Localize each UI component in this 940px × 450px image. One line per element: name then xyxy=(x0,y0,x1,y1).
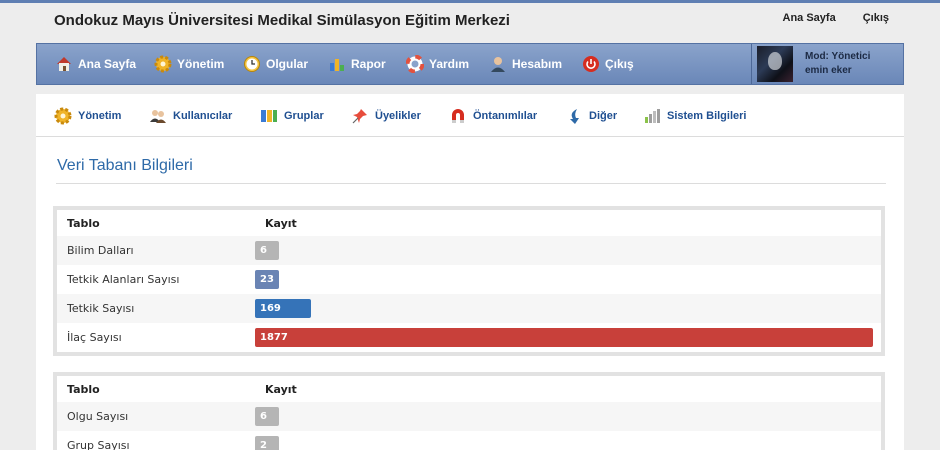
clock-icon xyxy=(243,55,261,73)
nav-item-admin[interactable]: Yönetim xyxy=(154,44,224,84)
subnav-item-other[interactable]: Diğer xyxy=(565,94,617,137)
arrow-down-icon xyxy=(565,107,583,125)
subnav-item-system-info[interactable]: Sistem Bilgileri xyxy=(643,94,746,137)
subnav-item-label: Diğer xyxy=(589,109,618,122)
bar-chart-icon xyxy=(328,55,346,73)
section-title: Veri Tabanı Bilgileri xyxy=(57,157,193,174)
count-bar: 2 xyxy=(255,436,279,450)
table-row: Tetkik Sayısı 169 xyxy=(57,294,881,323)
gear-icon xyxy=(54,107,72,125)
user-info: Mod: Yönetici emin eker xyxy=(805,50,870,78)
count-bar: 1877 xyxy=(255,328,873,347)
site-title: Ondokuz Mayıs Üniversitesi Medikal Simül… xyxy=(54,12,510,29)
row-label: Bilim Dalları xyxy=(57,236,255,265)
table-row: İlaç Sayısı 1877 xyxy=(57,323,881,352)
subnav-item-label: Gruplar xyxy=(284,109,324,122)
column-header-count: Kayıt xyxy=(265,216,297,230)
subnav-item-label: Kullanıcılar xyxy=(173,109,233,122)
top-link-logout[interactable]: Çıkış xyxy=(863,12,889,24)
column-header-table: Tablo xyxy=(67,216,100,230)
nav-item-help[interactable]: Yardım xyxy=(405,44,470,84)
db-table-1: Tablo Kayıt Bilim Dalları 6 Tetkik Alanl… xyxy=(53,206,885,356)
nav-item-label: Hesabım xyxy=(512,57,563,71)
lifebuoy-icon xyxy=(405,54,425,74)
table-row: Bilim Dalları 6 xyxy=(57,236,881,265)
count-bar: 6 xyxy=(255,407,279,426)
avatar xyxy=(757,46,793,82)
subnav-item-label: Öntanımlılar xyxy=(473,109,538,122)
sub-nav: Yönetim Kullanıcılar Gruplar Üyelikler Ö… xyxy=(36,94,904,137)
main-nav: Ana Sayfa Yönetim Olgular Rapor Yardım H… xyxy=(36,43,904,85)
nav-item-label: Olgular xyxy=(266,57,309,71)
groups-icon xyxy=(260,107,278,125)
nav-item-label: Rapor xyxy=(351,57,386,71)
pushpin-icon xyxy=(351,107,369,125)
top-accent-line xyxy=(0,0,940,3)
subnav-item-label: Sistem Bilgileri xyxy=(667,109,747,122)
nav-item-logout[interactable]: Çıkış xyxy=(582,44,634,84)
count-bar: 6 xyxy=(255,241,279,260)
user-icon xyxy=(489,55,507,73)
nav-item-home[interactable]: Ana Sayfa xyxy=(55,44,136,84)
nav-item-label: Yardım xyxy=(429,57,470,71)
table-row: Olgu Sayısı 6 xyxy=(57,402,881,431)
content-panel: Yönetim Kullanıcılar Gruplar Üyelikler Ö… xyxy=(36,94,904,450)
table-header-row: Tablo Kayıt xyxy=(57,376,881,402)
subnav-item-groups[interactable]: Gruplar xyxy=(260,94,324,137)
nav-item-account[interactable]: Hesabım xyxy=(489,44,562,84)
title-divider xyxy=(56,183,886,184)
gear-icon xyxy=(154,55,172,73)
magnet-icon xyxy=(449,107,467,125)
subnav-item-label: Üyelikler xyxy=(375,109,421,122)
user-role: Mod: Yönetici xyxy=(805,51,871,62)
subnav-item-defaults[interactable]: Öntanımlılar xyxy=(449,94,537,137)
home-icon xyxy=(55,55,73,73)
subnav-item-memberships[interactable]: Üyelikler xyxy=(351,94,421,137)
subnav-item-label: Yönetim xyxy=(78,109,122,122)
user-box[interactable]: Mod: Yönetici emin eker xyxy=(751,44,903,84)
users-icon xyxy=(149,107,167,125)
subnav-item-admin[interactable]: Yönetim xyxy=(54,94,121,137)
row-label: Grup Sayısı xyxy=(67,439,130,450)
stats-icon xyxy=(643,107,661,125)
nav-item-cases[interactable]: Olgular xyxy=(243,44,308,84)
column-header-count: Kayıt xyxy=(265,382,297,396)
row-label: Tetkik Sayısı xyxy=(57,294,255,323)
row-label: İlaç Sayısı xyxy=(67,331,122,344)
table-row: Tetkik Alanları Sayısı 23 xyxy=(57,265,881,294)
column-header-table: Tablo xyxy=(67,382,100,396)
subnav-item-users[interactable]: Kullanıcılar xyxy=(149,94,232,137)
count-bar: 169 xyxy=(255,299,311,318)
top-link-home[interactable]: Ana Sayfa xyxy=(783,12,836,24)
top-links: Ana Sayfa Çıkış xyxy=(783,12,890,24)
row-label: Olgu Sayısı xyxy=(57,402,255,431)
row-label: Tetkik Alanları Sayısı xyxy=(67,273,180,286)
power-icon xyxy=(582,55,600,73)
nav-item-report[interactable]: Rapor xyxy=(328,44,386,84)
db-table-2: Tablo Kayıt Olgu Sayısı 6 Grup Sayısı 2 xyxy=(53,372,885,450)
user-name: emin eker xyxy=(805,65,852,76)
nav-item-label: Ana Sayfa xyxy=(78,57,137,71)
table-row: Grup Sayısı 2 xyxy=(57,431,881,450)
nav-item-label: Çıkış xyxy=(605,57,634,71)
count-bar: 23 xyxy=(255,270,279,289)
nav-item-label: Yönetim xyxy=(177,57,225,71)
table-header-row: Tablo Kayıt xyxy=(57,210,881,236)
